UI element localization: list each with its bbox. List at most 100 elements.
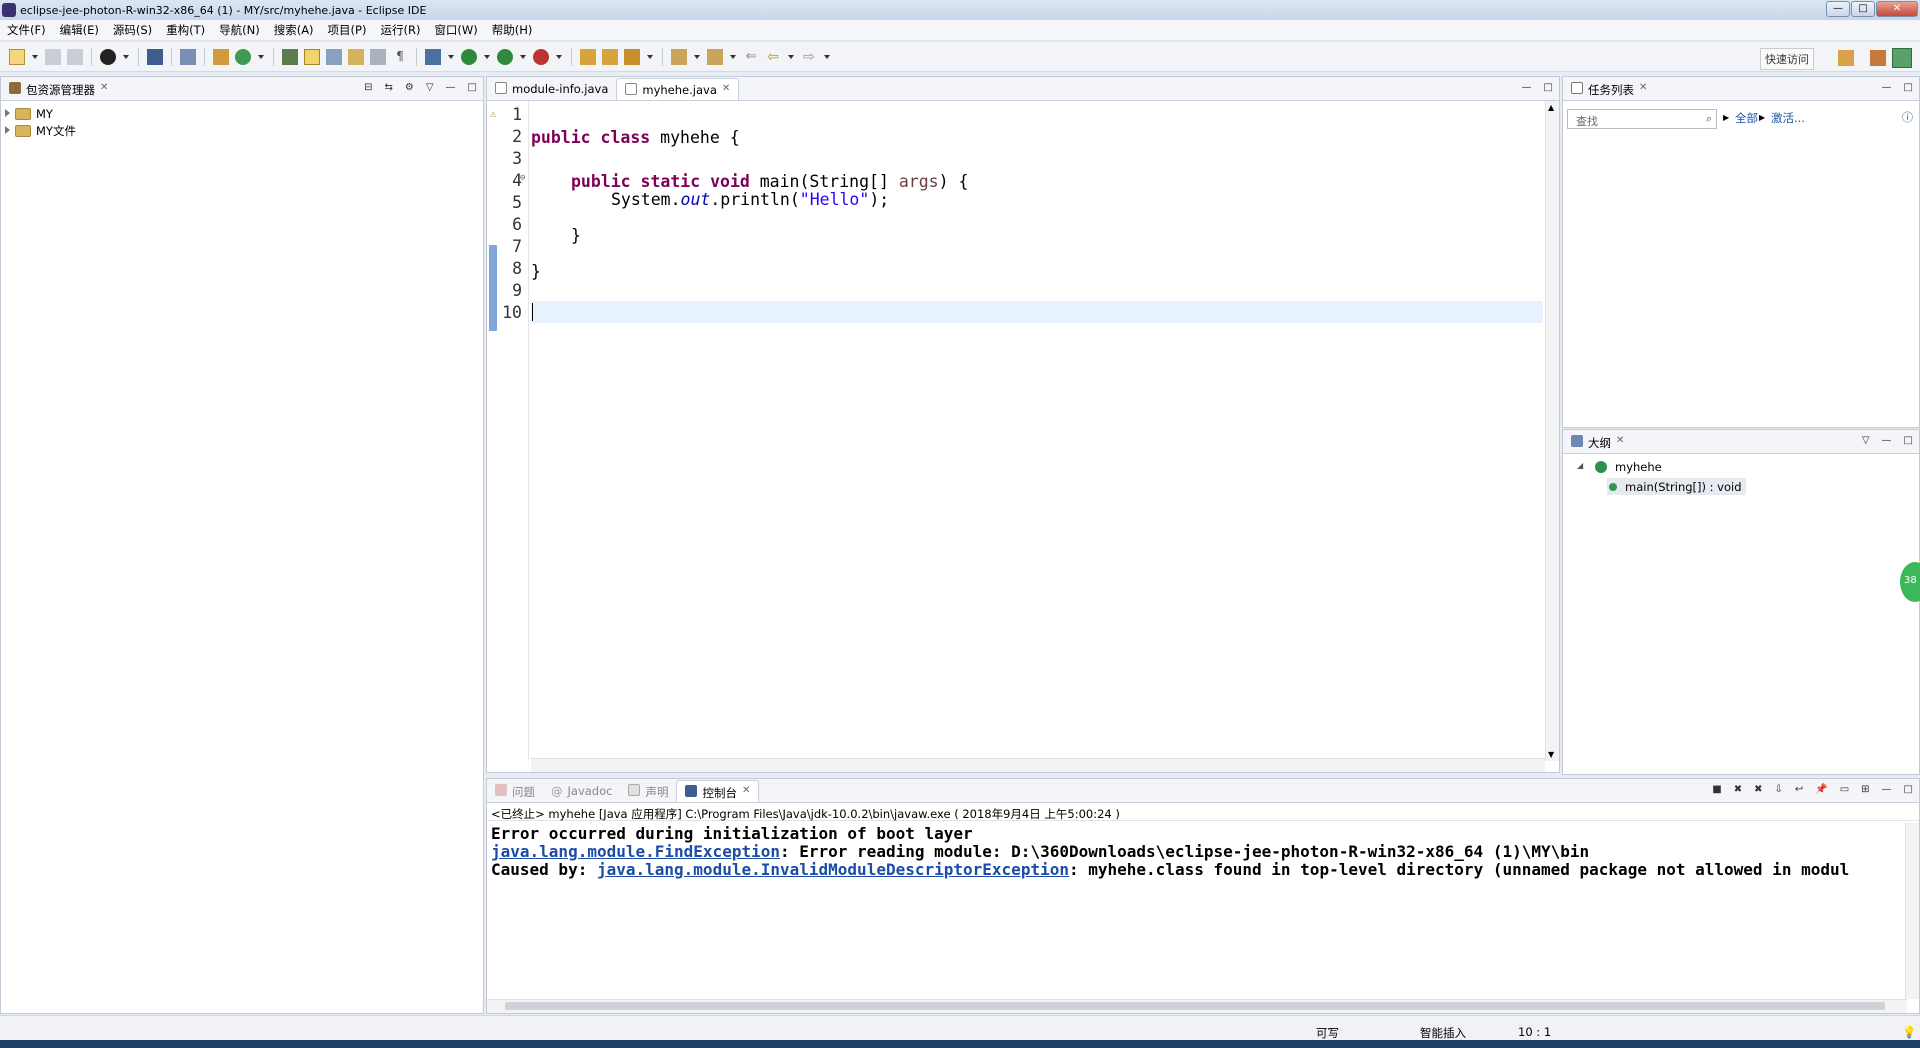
menu-project[interactable]: 项目(P) [321, 22, 374, 38]
prev-annotation-dropdown-icon[interactable] [729, 49, 737, 65]
close-button[interactable]: ✕ [1876, 1, 1918, 17]
back-icon[interactable]: ⇦ [765, 49, 781, 65]
display-console-icon[interactable]: ▭ [1840, 784, 1849, 795]
editor-vertical-scrollbar[interactable]: ▲ ▼ [1545, 101, 1559, 761]
java-perspective-icon[interactable] [1892, 48, 1912, 68]
close-icon[interactable]: ✕ [742, 785, 750, 796]
activate-task-link[interactable]: 激活... [1771, 110, 1805, 126]
remove-all-icon[interactable]: ✖ [1754, 784, 1762, 795]
save-all-icon[interactable] [67, 48, 83, 65]
pin-console-icon[interactable]: 📌 [1815, 784, 1827, 795]
open-type-icon[interactable] [282, 48, 298, 65]
code-area[interactable]: public class myhehe { public static void… [531, 101, 1543, 761]
exception-link[interactable]: java.lang.module.InvalidModuleDescriptor… [597, 860, 1069, 879]
save-icon[interactable] [45, 48, 61, 65]
task-icon[interactable] [326, 48, 342, 65]
minimize-icon[interactable]: — [1522, 82, 1532, 93]
menu-window[interactable]: 窗口(W) [427, 22, 484, 38]
tab-problems[interactable]: 问题 [487, 780, 543, 802]
maximize-icon[interactable]: □ [1904, 435, 1913, 446]
new-dropdown-icon[interactable] [31, 49, 39, 65]
tab-module-info[interactable]: module-info.java [487, 78, 616, 100]
next-annotation-icon[interactable] [671, 48, 687, 65]
highlight-icon[interactable] [304, 48, 320, 65]
coverage-icon[interactable] [497, 48, 513, 65]
refresh-dropdown-icon[interactable] [257, 49, 265, 65]
minimize-icon[interactable]: — [1882, 435, 1892, 446]
tree-item-project-my-files[interactable]: MY文件 [1, 122, 483, 139]
prev-annotation-icon[interactable] [707, 48, 723, 65]
tab-console[interactable]: 控制台 ✕ [676, 780, 760, 802]
block-icon[interactable] [370, 48, 386, 65]
scroll-thumb[interactable] [505, 1002, 1885, 1010]
collapse-arrow-icon[interactable]: ◢ [1577, 461, 1583, 470]
word-wrap-icon[interactable]: ↩ [1795, 784, 1803, 795]
terminal-icon[interactable] [147, 48, 163, 65]
open-perspective-icon[interactable] [1838, 50, 1854, 66]
forward-icon[interactable]: ⇨ [801, 49, 817, 65]
editor-horizontal-scrollbar[interactable] [531, 758, 1545, 772]
close-icon[interactable]: ✕ [100, 82, 108, 93]
wand-icon[interactable] [624, 48, 640, 65]
maximize-icon[interactable]: □ [468, 82, 477, 93]
terminate-icon[interactable]: ■ [1712, 784, 1721, 795]
open-console-icon[interactable]: ⊞ [1861, 784, 1869, 795]
tip-icon[interactable]: 💡 [1902, 1025, 1916, 1039]
console-vertical-scrollbar[interactable] [1905, 823, 1919, 999]
filter-icon[interactable]: ⚙ [405, 82, 414, 93]
profile-dropdown-icon[interactable] [122, 49, 130, 65]
scroll-lock-icon[interactable]: ⇩ [1774, 784, 1782, 795]
tab-package-explorer[interactable]: 包资源管理器 ✕ [1, 78, 116, 100]
tab-javadoc[interactable]: @ Javadoc [543, 780, 620, 802]
tree-item-project-my[interactable]: MY [1, 105, 483, 122]
minimize-icon[interactable]: — [1882, 82, 1892, 93]
profile-icon[interactable] [100, 48, 116, 65]
remove-launch-icon[interactable]: ✖ [1734, 784, 1742, 795]
next-annotation-dropdown-icon[interactable] [693, 49, 701, 65]
view-menu-icon[interactable]: ▽ [426, 82, 434, 93]
tab-declaration[interactable]: 声明 [620, 780, 676, 802]
close-icon[interactable]: ✕ [722, 83, 730, 94]
expand-arrow-icon[interactable] [5, 126, 10, 134]
skip-breakpoints-icon[interactable] [180, 48, 196, 65]
outline-class-node[interactable]: ◢ myhehe [1577, 458, 1662, 475]
forward-dropdown-icon[interactable] [823, 49, 831, 65]
external-tools-icon[interactable] [533, 48, 549, 65]
menu-source[interactable]: 源码(S) [106, 22, 159, 38]
link-editor-icon[interactable]: ⇆ [384, 82, 392, 93]
outline-method-node[interactable]: main(String[]) : void [1607, 478, 1746, 495]
external-tools-dropdown-icon[interactable] [555, 49, 563, 65]
collapse-all-icon[interactable]: ⊟ [364, 82, 372, 93]
maximize-icon[interactable]: □ [1544, 82, 1553, 93]
minimize-icon[interactable]: — [446, 82, 456, 93]
close-icon[interactable]: ✕ [1616, 435, 1624, 446]
tab-myhehe[interactable]: myhehe.java ✕ [616, 78, 740, 100]
console-horizontal-scrollbar[interactable] [487, 999, 1907, 1013]
tab-outline[interactable]: 大纲 ✕ [1563, 431, 1632, 453]
last-edit-icon[interactable]: ⇐ [743, 49, 759, 65]
debug-icon[interactable] [425, 48, 441, 65]
minimize-button[interactable]: — [1826, 1, 1850, 17]
new-icon[interactable] [9, 48, 25, 65]
open-project-icon[interactable] [602, 48, 618, 65]
expand-arrow-icon[interactable] [5, 109, 10, 117]
menu-edit[interactable]: 编辑(E) [53, 22, 106, 38]
tab-task-list[interactable]: 任务列表 ✕ [1563, 78, 1655, 100]
scroll-up-icon[interactable]: ▲ [1548, 103, 1554, 112]
wand-dropdown-icon[interactable] [646, 49, 654, 65]
run-dropdown-icon[interactable] [483, 49, 491, 65]
build-icon[interactable] [213, 48, 229, 65]
close-icon[interactable]: ✕ [1639, 82, 1647, 93]
debug-dropdown-icon[interactable] [447, 49, 455, 65]
menu-run[interactable]: 运行(R) [373, 22, 427, 38]
view-menu-icon[interactable]: ▽ [1862, 435, 1870, 446]
menu-navigate[interactable]: 导航(N) [212, 22, 267, 38]
menu-help[interactable]: 帮助(H) [485, 22, 540, 38]
back-dropdown-icon[interactable] [787, 49, 795, 65]
menu-file[interactable]: 文件(F) [0, 22, 53, 38]
refresh-icon[interactable] [235, 48, 251, 65]
maximize-button[interactable]: □ [1851, 1, 1875, 17]
all-tasks-link[interactable]: 全部 [1735, 110, 1758, 126]
minimize-icon[interactable]: — [1882, 784, 1892, 795]
task-search-input[interactable]: 查找 ⌕ [1567, 109, 1717, 129]
